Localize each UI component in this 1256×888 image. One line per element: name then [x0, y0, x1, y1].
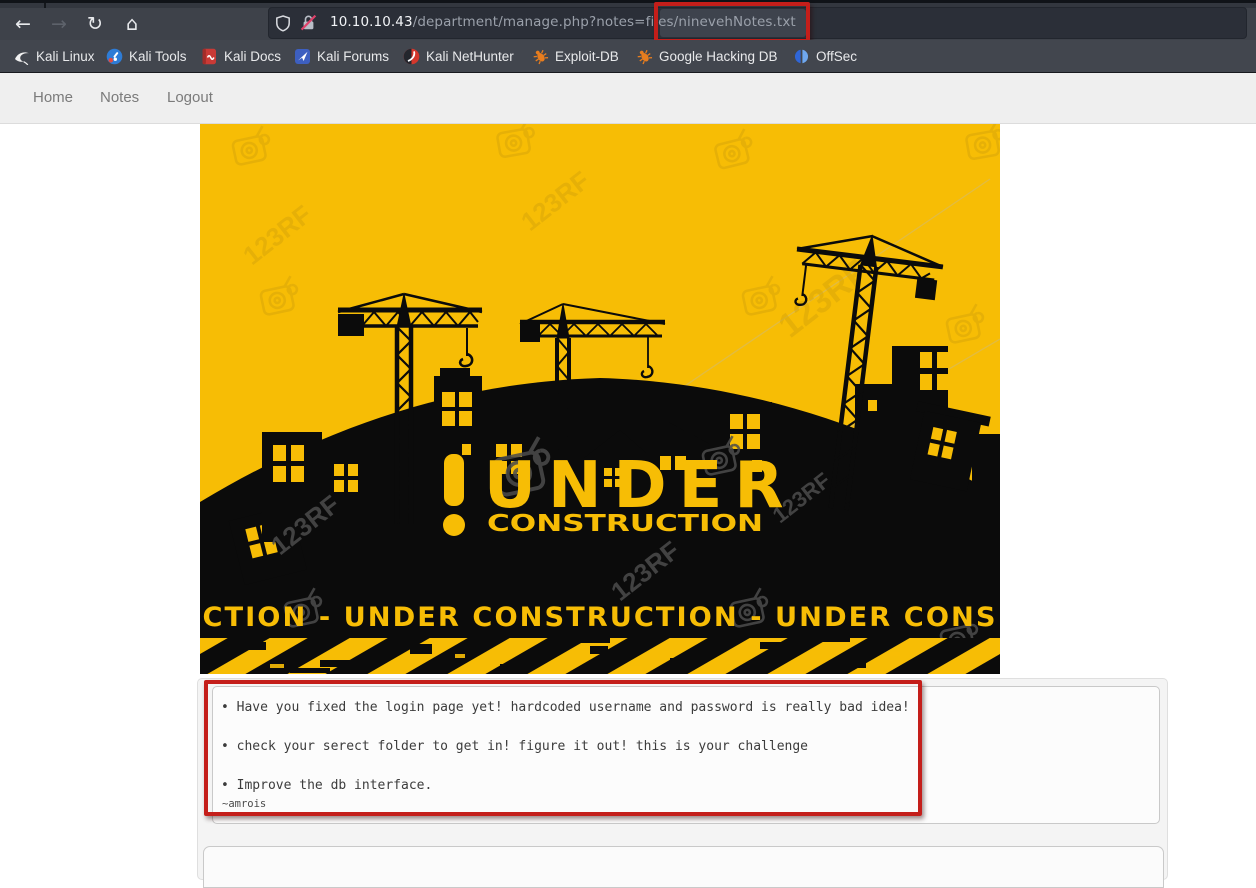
note-signature: ~amrois: [222, 798, 266, 810]
exclamation-mark: [443, 454, 465, 536]
site-navbar: Home Notes Logout: [0, 73, 1256, 124]
bookmark-offsec[interactable]: OffSec: [793, 40, 857, 72]
hazard-stripe-band: [200, 638, 1000, 674]
headline-construction: CONSTRUCTION: [487, 511, 763, 537]
url-path: /department/manage.php?notes=files/ninev…: [413, 14, 796, 30]
under-construction-image: 123RF 123RF 123RF: [200, 124, 1000, 674]
bookmark-kali-docs[interactable]: Kali Docs: [201, 40, 281, 72]
shield-icon[interactable]: [275, 15, 291, 33]
home-icon[interactable]: ⌂: [117, 8, 147, 40]
ticker-text: CTION - UNDER CONSTRUCTION - UNDER CONS: [203, 602, 998, 633]
headline-group: UNDER CONSTRUCTION: [443, 449, 796, 537]
bookmark-kali-tools[interactable]: Kali Tools: [106, 40, 187, 72]
nav-link-logout[interactable]: Logout: [167, 73, 213, 123]
note-line: • check your serect folder to get in! fi…: [221, 739, 808, 756]
bookmark-kali-linux[interactable]: Kali Linux: [13, 40, 95, 72]
kali-forums-icon: [294, 48, 311, 65]
exploit-db-bug-icon: [532, 48, 549, 65]
kali-dragon-icon: [13, 48, 30, 65]
note-line: • Have you fixed the login page yet! har…: [221, 700, 910, 717]
url-host: 10.10.10.43: [330, 14, 413, 30]
reload-icon[interactable]: ↻: [80, 8, 110, 40]
nav-link-notes[interactable]: Notes: [100, 73, 139, 123]
kali-nethunter-icon: [403, 48, 420, 65]
second-panel-box: [203, 846, 1164, 888]
note-line: • Improve the db interface.: [221, 778, 432, 795]
forward-icon[interactable]: →: [44, 8, 74, 40]
back-icon[interactable]: ←: [8, 8, 38, 40]
bookmark-kali-nethunter[interactable]: Kali NetHunter: [403, 40, 514, 72]
kali-tools-icon: [106, 48, 123, 65]
url-text[interactable]: 10.10.10.43/department/manage.php?notes=…: [330, 8, 796, 38]
bookmark-exploit-db[interactable]: Exploit-DB: [532, 40, 619, 72]
google-hacking-db-bug-icon: [636, 48, 653, 65]
bookmark-google-hacking-db[interactable]: Google Hacking DB: [636, 40, 778, 72]
kali-docs-book-icon: [201, 48, 218, 65]
offsec-icon: [793, 48, 810, 65]
bookmarks-toolbar: Kali Linux Kali Tools Kali Docs Kali For…: [0, 40, 1256, 73]
bookmark-kali-forums[interactable]: Kali Forums: [294, 40, 389, 72]
nav-link-home[interactable]: Home: [33, 73, 73, 123]
insecure-lock-icon[interactable]: [300, 14, 317, 32]
